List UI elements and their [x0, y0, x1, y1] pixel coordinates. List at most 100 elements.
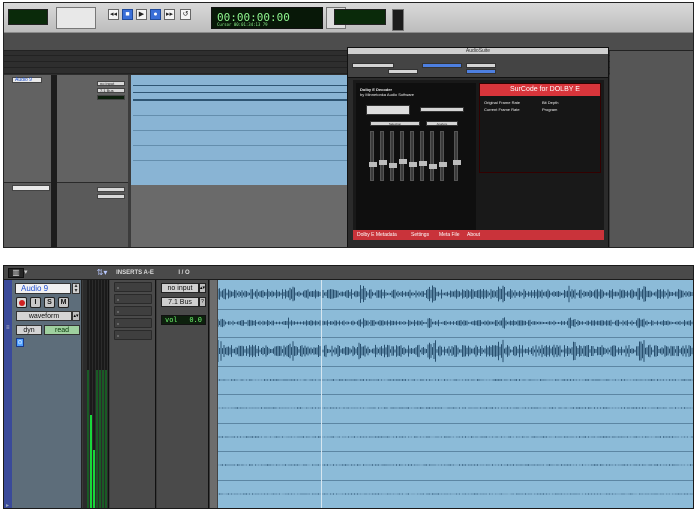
lock-icon: ≡ [6, 325, 10, 331]
tab-about[interactable]: About [467, 232, 480, 238]
tab-metadata[interactable]: Dolby E Metadata [357, 232, 397, 238]
edit-cursor [321, 280, 322, 508]
timebase-selector[interactable]: dyn [16, 325, 42, 335]
top-audio-clip[interactable] [131, 75, 349, 185]
mini-output[interactable]: 7.1 Bus [97, 88, 125, 93]
view-menu-icon[interactable]: ▥ [8, 268, 24, 278]
transport-bar: ◂◂ ■ ▶ ● ▸▸ ↺ 00:00:00:00 Cursor 00:01:3… [4, 3, 693, 33]
audio-clip[interactable] [218, 280, 693, 508]
mini-track-name[interactable]: Audio 9 [12, 77, 42, 83]
forward-icon[interactable]: ▸▸ [164, 9, 175, 20]
channel-fader[interactable] [379, 131, 387, 181]
channel-fader[interactable] [419, 131, 427, 181]
output-selector[interactable]: 7.1 Bus [161, 297, 199, 307]
input-selector[interactable]: no input [161, 283, 199, 293]
chevron-down-icon[interactable]: ▴▾ [72, 311, 80, 321]
channel-fader[interactable] [453, 131, 461, 181]
fader-cap[interactable] [453, 160, 461, 165]
main-counter: 00:00:00:00 Cursor 00:01:34:13 79 [211, 7, 323, 29]
product-vendor: by Minnetonka Audio Software [360, 92, 415, 97]
mini-input[interactable]: no input [97, 81, 125, 86]
mode-select[interactable] [388, 69, 418, 74]
fader-cap[interactable] [389, 163, 397, 168]
fader-cap[interactable] [439, 162, 447, 167]
selection-button[interactable]: Selection [370, 121, 420, 126]
meter-level [105, 370, 107, 508]
channel-fader[interactable] [369, 131, 377, 181]
plugin-header [348, 54, 608, 78]
brand-panel: SurCode for DOLBY E Original Frame Rate … [479, 83, 601, 173]
top-wave [133, 160, 347, 161]
mode-indicator[interactable] [8, 9, 48, 25]
loop-icon[interactable]: ↺ [180, 9, 191, 20]
clip-left-edge [210, 280, 218, 508]
label-current-frame-rate: Current Frame Rate [484, 107, 520, 112]
meter-level [90, 415, 92, 508]
channel-waveform [218, 317, 693, 329]
io-header: I / O [178, 270, 190, 276]
top-wave [133, 99, 347, 101]
mini-input[interactable] [97, 187, 125, 192]
insert-slot-b[interactable] [114, 294, 152, 304]
track-name-field[interactable]: Audio 9 [15, 283, 71, 294]
channel-fader[interactable] [429, 131, 437, 181]
input-monitor-button[interactable]: I [30, 297, 41, 308]
fader-cap[interactable] [379, 160, 387, 165]
mini-track[interactable]: Audio 9 no input 7.1 Bus [4, 75, 128, 183]
channel-fader[interactable] [389, 131, 397, 181]
channel-waveform [218, 379, 693, 381]
fader-cap[interactable] [409, 162, 417, 167]
chevron-down-icon[interactable]: ▴▾ [199, 283, 206, 293]
track-view-selector[interactable]: waveform [16, 311, 72, 321]
fader-cap[interactable] [419, 161, 427, 166]
channel-fader[interactable] [399, 131, 407, 181]
record-icon[interactable]: ● [150, 9, 161, 20]
mute-button[interactable]: M [58, 297, 69, 308]
tab-settings[interactable]: Settings [411, 232, 429, 238]
solo-button[interactable]: S [44, 297, 55, 308]
track-expand-icon[interactable]: ▸ [6, 502, 9, 508]
channel-waveform [218, 493, 693, 495]
play-icon[interactable]: ▶ [136, 9, 147, 20]
insert-slot-d[interactable] [114, 318, 152, 328]
chevron-down-icon[interactable]: ▾ [24, 268, 28, 276]
insert-slot-e[interactable] [114, 330, 152, 340]
record-enable-button[interactable] [16, 297, 27, 308]
tab-meta-file[interactable]: Meta File [439, 232, 460, 238]
channel-fader[interactable] [439, 131, 447, 181]
analyze-button[interactable]: Analyze [426, 121, 458, 126]
chevron-down-icon[interactable]: ? [199, 297, 206, 307]
audiosuite-window[interactable]: AudioSuite Dolby E Decoder by Minnetonka… [347, 47, 609, 247]
insert-slot-c[interactable] [114, 306, 152, 316]
timecode-display [366, 105, 410, 115]
rewind-icon[interactable]: ◂◂ [108, 9, 119, 20]
track-meter [83, 280, 109, 508]
track-name-spin[interactable]: ▴ ▾ [72, 283, 80, 294]
nudge-counter[interactable] [334, 9, 386, 25]
grid-controls[interactable] [56, 7, 96, 29]
sort-icon[interactable]: ⇅▾ [94, 268, 110, 278]
mini-track-name[interactable] [12, 185, 50, 191]
insert-slot-a[interactable] [114, 282, 152, 292]
meter-channel [93, 280, 95, 508]
meter-level [93, 450, 95, 508]
channel-fader[interactable] [409, 131, 417, 181]
top-right-area [610, 51, 693, 247]
fader-cap[interactable] [399, 159, 407, 164]
compare-button[interactable] [466, 69, 496, 74]
fader-cap[interactable] [429, 164, 437, 169]
channel-waveform [218, 339, 693, 363]
factory-default[interactable] [466, 63, 496, 68]
volume-display[interactable]: vol 0.0 [161, 315, 206, 325]
preset-select[interactable] [422, 63, 462, 68]
stop-icon[interactable]: ■ [122, 9, 133, 20]
meter-level [99, 370, 101, 508]
mini-output[interactable] [97, 194, 125, 199]
automation-mode-selector[interactable]: read [44, 325, 80, 335]
meter-channel [99, 280, 101, 508]
plugin-select[interactable] [352, 63, 394, 68]
playlist-icon[interactable]: ⊙ [16, 338, 24, 347]
edit-window-zoom: ▥ ▾ ⇅▾ INSERTS A-E I / O Audio 9 ▴ ▾ I S … [3, 265, 694, 509]
mini-track[interactable] [4, 183, 128, 247]
fader-cap[interactable] [369, 162, 377, 167]
